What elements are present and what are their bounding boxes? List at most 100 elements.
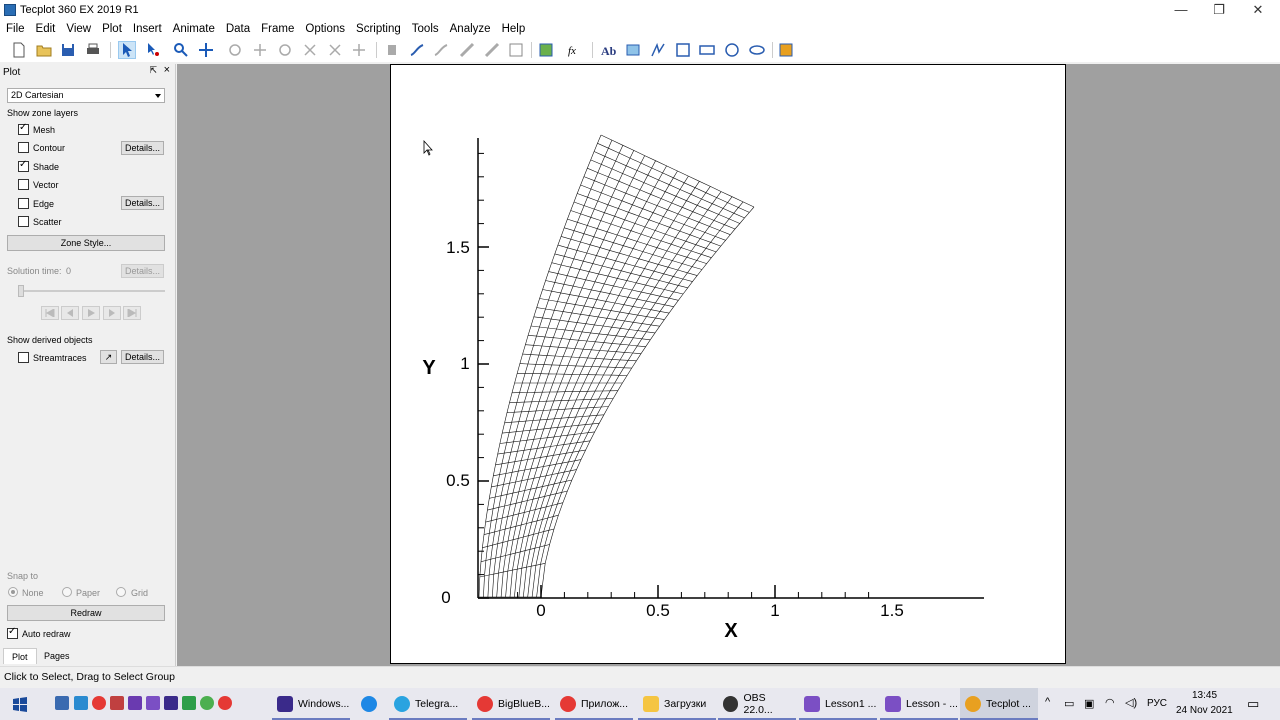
tray-icon-1[interactable]: ▭: [1064, 697, 1074, 710]
scatter-checkbox[interactable]: [18, 216, 29, 227]
tab-plot[interactable]: Plot: [3, 648, 37, 664]
step-back-icon[interactable]: [61, 306, 79, 320]
translate-icon[interactable]: [197, 41, 215, 59]
menu-view[interactable]: View: [60, 23, 96, 35]
volume-icon[interactable]: ◁): [1125, 696, 1137, 709]
plot-type-select[interactable]: 2D Cartesian: [7, 88, 165, 103]
taskbar-app-skype[interactable]: [355, 688, 383, 720]
rotate-3-icon[interactable]: [276, 41, 294, 59]
quicklaunch-1-icon[interactable]: [55, 696, 69, 710]
menu-edit[interactable]: Edit: [30, 23, 61, 35]
circle-icon[interactable]: [723, 41, 741, 59]
taskbar-app-lesson1[interactable]: Lesson1 ...: [799, 688, 877, 720]
taskbar-app-telegram[interactable]: Telegra...: [389, 688, 467, 720]
edge-details-button[interactable]: Details...: [121, 196, 164, 210]
chevron-up-icon[interactable]: ^: [1045, 696, 1050, 708]
zoom-icon[interactable]: [172, 41, 190, 59]
quicklaunch-9-icon[interactable]: [200, 696, 214, 710]
notifications-icon[interactable]: ▭: [1247, 696, 1259, 712]
ellipse-icon[interactable]: [748, 41, 766, 59]
data-probe-icon[interactable]: [537, 41, 555, 59]
save-icon[interactable]: [59, 41, 77, 59]
play-icon[interactable]: [82, 306, 100, 320]
open-folder-icon[interactable]: [35, 41, 53, 59]
rotate-2-icon[interactable]: [251, 41, 269, 59]
streamtraces-details-button[interactable]: Details...: [121, 350, 164, 364]
menu-plot[interactable]: Plot: [96, 23, 127, 35]
new-file-icon[interactable]: [10, 41, 28, 59]
vector-checkbox[interactable]: [18, 179, 29, 190]
close-icon[interactable]: ×: [164, 64, 170, 76]
rectangle-icon[interactable]: [698, 41, 716, 59]
probe-icon[interactable]: [383, 41, 401, 59]
chrome-quick-icon[interactable]: [218, 696, 232, 710]
taskbar-app-windows[interactable]: Windows...: [272, 688, 350, 720]
quicklaunch-4-icon[interactable]: [110, 696, 124, 710]
taskbar-app-tecplot[interactable]: Tecplot ...: [960, 688, 1038, 720]
quicklaunch-2-icon[interactable]: [74, 696, 88, 710]
menu-analyze[interactable]: Analyze: [444, 23, 496, 35]
menu-frame[interactable]: Frame: [255, 23, 299, 35]
wifi-icon[interactable]: ◠: [1105, 696, 1115, 709]
snap-paper-radio[interactable]: [62, 587, 72, 597]
rotate-5-icon[interactable]: [326, 41, 344, 59]
frame-tool-icon[interactable]: [777, 41, 795, 59]
slider-thumb[interactable]: [18, 285, 24, 297]
selector-arrow-icon[interactable]: [118, 41, 136, 59]
last-frame-icon[interactable]: [123, 306, 141, 320]
rotate-4-icon[interactable]: [301, 41, 319, 59]
slice-icon[interactable]: [458, 41, 476, 59]
mesh-checkbox[interactable]: [18, 122, 29, 135]
menu-help[interactable]: Help: [496, 23, 531, 35]
image-icon[interactable]: [624, 41, 642, 59]
step-forward-icon[interactable]: [103, 306, 121, 320]
contour-details-button[interactable]: Details...: [121, 141, 164, 155]
menu-file[interactable]: File: [0, 23, 30, 35]
first-frame-icon[interactable]: [41, 306, 59, 320]
square-icon[interactable]: [674, 41, 692, 59]
auto-redraw-checkbox[interactable]: [7, 626, 18, 639]
clock-time[interactable]: 13:45: [1192, 690, 1217, 701]
opera-icon[interactable]: [92, 696, 106, 710]
pin-icon[interactable]: ⇱: [149, 65, 157, 76]
taskbar-app-chrome-ru[interactable]: Прилож...: [555, 688, 633, 720]
snap-grid-radio[interactable]: [116, 587, 126, 597]
start-button[interactable]: [8, 688, 32, 720]
quicklaunch-5-icon[interactable]: [128, 696, 142, 710]
language-indicator[interactable]: РУС: [1147, 698, 1167, 709]
taskbar-app-obs[interactable]: OBS 22.0...: [718, 688, 796, 720]
tray-icon-2[interactable]: ▣: [1084, 697, 1094, 710]
solution-time-slider[interactable]: [18, 290, 165, 292]
edge-checkbox[interactable]: [18, 198, 29, 209]
zone-style-button[interactable]: Zone Style...: [7, 235, 165, 251]
shade-checkbox[interactable]: [18, 159, 29, 172]
minimize-button[interactable]: —: [1161, 0, 1201, 20]
visual-studio-icon[interactable]: [146, 696, 160, 710]
taskbar-app-downloads[interactable]: Загрузки: [638, 688, 716, 720]
solution-details-button[interactable]: Details...: [121, 264, 164, 278]
streamtrace-icon[interactable]: ↗: [100, 350, 117, 364]
contour-label-icon[interactable]: [507, 41, 525, 59]
menu-scripting[interactable]: Scripting: [350, 23, 406, 35]
menu-data[interactable]: Data: [220, 23, 255, 35]
snap-none-radio[interactable]: [8, 587, 18, 597]
close-button[interactable]: ✕: [1238, 0, 1278, 20]
menu-tools[interactable]: Tools: [406, 23, 444, 35]
rotate-6-icon[interactable]: [350, 41, 368, 59]
maximize-button[interactable]: ❐: [1199, 0, 1239, 20]
polyline-icon[interactable]: [649, 41, 667, 59]
quicklaunch-7-icon[interactable]: [164, 696, 178, 710]
text-tool-icon[interactable]: Ab: [600, 41, 618, 59]
equation-icon[interactable]: fx: [566, 41, 584, 59]
iso-surface-icon[interactable]: [483, 41, 501, 59]
mesh-plot[interactable]: 0 0.5 1 1.5 0 0.5 1 1.5 X Y: [391, 65, 1067, 665]
streamtraces-checkbox[interactable]: [18, 352, 29, 363]
taskbar-app-bigbluebutton[interactable]: BigBlueB...: [472, 688, 550, 720]
rotate-3d-icon[interactable]: [226, 41, 244, 59]
plot-frame[interactable]: 0 0.5 1 1.5 0 0.5 1 1.5 X Y: [390, 64, 1066, 664]
adjustor-arrow-icon[interactable]: [144, 41, 162, 59]
taskbar-app-lesson[interactable]: Lesson - ...: [880, 688, 958, 720]
tab-pages[interactable]: Pages: [36, 648, 78, 664]
redraw-button[interactable]: Redraw: [7, 605, 165, 621]
menu-insert[interactable]: Insert: [127, 23, 167, 35]
